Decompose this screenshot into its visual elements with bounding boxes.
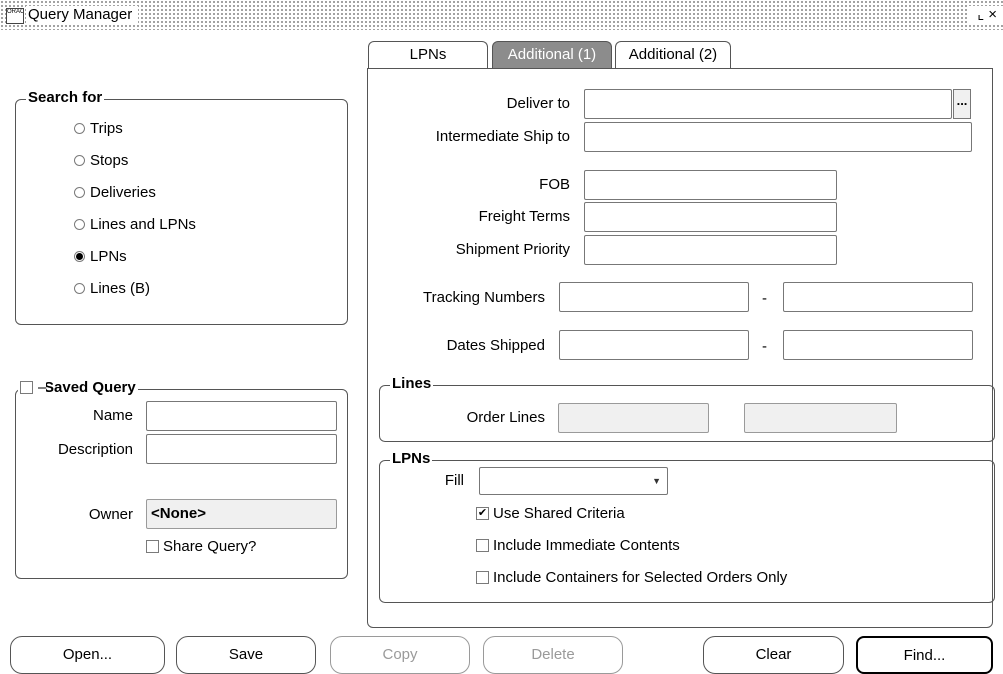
save-button[interactable]: Save bbox=[176, 636, 316, 674]
radio-stops[interactable]: Stops bbox=[74, 150, 128, 172]
owner-label: Owner bbox=[88, 506, 133, 523]
deliver-to-label: Deliver to bbox=[506, 95, 570, 112]
checkmark-icon[interactable]: ✔ bbox=[476, 506, 489, 520]
intermediate-ship-to-label: Intermediate Ship to bbox=[435, 128, 570, 145]
radio-lines-b[interactable]: Lines (B) bbox=[74, 278, 150, 300]
fill-select[interactable]: ▼ bbox=[479, 467, 668, 495]
order-lines-from-input bbox=[558, 403, 709, 433]
open-button[interactable]: Open... bbox=[10, 636, 165, 674]
radio-button-icon[interactable] bbox=[74, 122, 85, 134]
find-button[interactable]: Find... bbox=[856, 636, 993, 674]
app-icon: ORACLE bbox=[6, 8, 24, 24]
shipment-priority-label: Shipment Priority bbox=[455, 241, 570, 258]
tab-lpns[interactable]: LPNs bbox=[368, 41, 488, 69]
intermediate-ship-to-input[interactable] bbox=[584, 122, 972, 152]
checkbox-icon[interactable] bbox=[476, 538, 489, 552]
radio-button-icon[interactable] bbox=[74, 186, 85, 198]
window-title: Query Manager bbox=[26, 6, 139, 24]
checkbox-icon[interactable] bbox=[20, 380, 33, 394]
saved-query-title: Saved Query bbox=[42, 379, 138, 397]
deliver-to-input[interactable] bbox=[584, 89, 952, 119]
description-input[interactable] bbox=[146, 434, 337, 464]
tracking-numbers-to-input[interactable] bbox=[783, 282, 973, 312]
order-lines-label: Order Lines bbox=[466, 409, 545, 426]
radio-lines-and-lpns[interactable]: Lines and LPNs bbox=[74, 214, 196, 236]
radio-button-icon[interactable] bbox=[74, 218, 85, 230]
tracking-numbers-from-input[interactable] bbox=[559, 282, 749, 312]
tracking-numbers-label: Tracking Numbers bbox=[423, 289, 545, 306]
range-separator: - bbox=[762, 290, 767, 307]
tab-additional-2[interactable]: Additional (2) bbox=[615, 41, 731, 69]
range-separator: - bbox=[762, 338, 767, 355]
name-label: Name bbox=[92, 407, 133, 424]
radio-button-icon[interactable] bbox=[74, 282, 85, 294]
use-shared-criteria-checkbox[interactable]: ✔ Use Shared Criteria bbox=[476, 503, 625, 525]
radio-deliveries[interactable]: Deliveries bbox=[74, 182, 156, 204]
lpns-group-title: LPNs bbox=[390, 450, 433, 468]
fill-label: Fill bbox=[444, 472, 464, 489]
shipment-priority-input[interactable] bbox=[584, 235, 837, 265]
delete-button[interactable]: Delete bbox=[483, 636, 623, 674]
clear-button[interactable]: Clear bbox=[703, 636, 844, 674]
search-for-title: Search for bbox=[26, 89, 105, 107]
saved-query-toggle[interactable] bbox=[18, 379, 39, 397]
list-of-values-button[interactable]: ... bbox=[953, 89, 971, 119]
search-for-group bbox=[15, 99, 348, 325]
include-containers-checkbox[interactable]: Include Containers for Selected Orders O… bbox=[476, 567, 787, 589]
include-immediate-contents-checkbox[interactable]: Include Immediate Contents bbox=[476, 535, 680, 557]
owner-field: <None> bbox=[146, 499, 337, 529]
dates-shipped-from-input[interactable] bbox=[559, 330, 749, 360]
dates-shipped-label: Dates Shipped bbox=[446, 337, 545, 354]
fob-input[interactable] bbox=[584, 170, 837, 200]
restore-icon[interactable]: ⌞ bbox=[977, 6, 988, 23]
fob-label: FOB bbox=[539, 176, 570, 193]
share-query-checkbox[interactable]: Share Query? bbox=[146, 536, 256, 558]
radio-button-selected-icon[interactable] bbox=[74, 250, 85, 262]
checkbox-icon[interactable] bbox=[146, 539, 159, 553]
radio-trips[interactable]: Trips bbox=[74, 118, 123, 140]
radio-button-icon[interactable] bbox=[74, 154, 85, 166]
title-bar bbox=[0, 0, 1003, 30]
dates-shipped-to-input[interactable] bbox=[783, 330, 973, 360]
copy-button[interactable]: Copy bbox=[330, 636, 470, 674]
description-label: Description bbox=[57, 441, 133, 458]
chevron-down-icon[interactable]: ▼ bbox=[652, 476, 661, 486]
close-icon[interactable]: × bbox=[988, 6, 1001, 23]
saved-query-title-dash: – bbox=[38, 379, 47, 397]
lines-group-title: Lines bbox=[390, 375, 434, 393]
order-lines-to-input bbox=[744, 403, 897, 433]
tab-additional-1[interactable]: Additional (1) bbox=[492, 41, 612, 69]
freight-terms-input[interactable] bbox=[584, 202, 837, 232]
name-input[interactable] bbox=[146, 401, 337, 431]
checkbox-icon[interactable] bbox=[476, 570, 489, 584]
freight-terms-label: Freight Terms bbox=[478, 208, 570, 225]
radio-lpns[interactable]: LPNs bbox=[74, 246, 127, 268]
window-controls[interactable]: ⌞× bbox=[969, 6, 1003, 24]
